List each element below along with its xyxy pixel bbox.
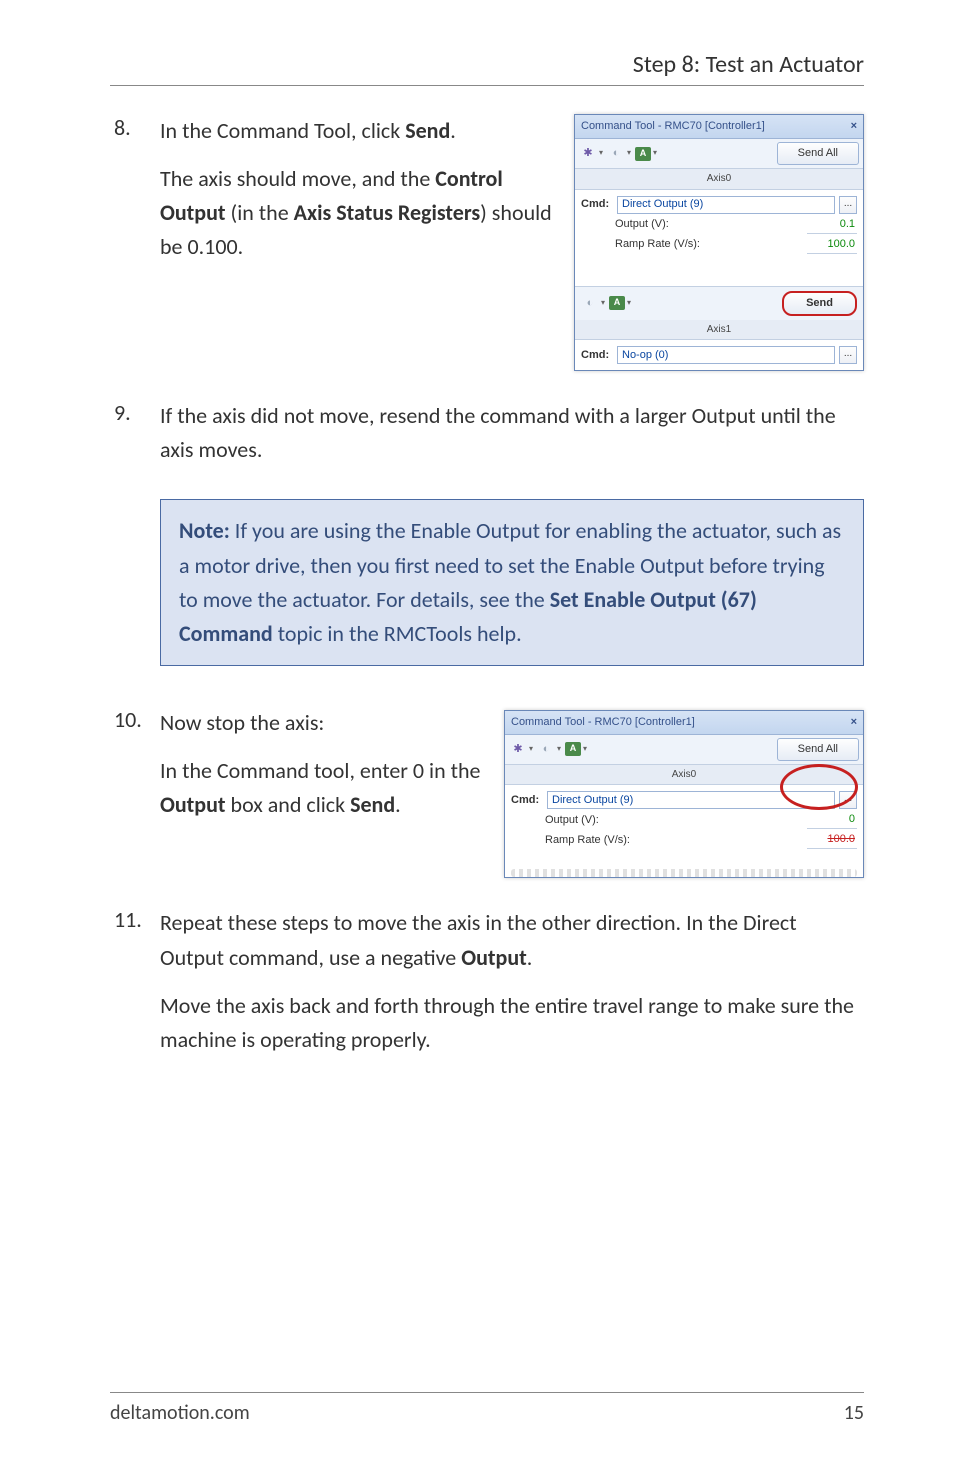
- step-number: 9.: [110, 399, 160, 426]
- window-title: Command Tool - RMC70 [Controller1]: [581, 118, 765, 135]
- ramp-value[interactable]: 100.0: [807, 831, 857, 849]
- chevron-down-icon[interactable]: ▾: [599, 147, 603, 159]
- cmd-field-2[interactable]: No-op (0): [617, 346, 835, 364]
- browse-button[interactable]: ...: [839, 346, 857, 364]
- ramp-value[interactable]: 100.0: [807, 236, 857, 254]
- cmd-field[interactable]: Direct Output (9): [547, 791, 835, 809]
- toolbar: ✱▾ ◐▾ A▾ Send All: [575, 139, 863, 169]
- browse-button[interactable]: ...: [839, 196, 857, 214]
- page-footer: deltamotion.com 15: [110, 1392, 864, 1425]
- step-11: 11. Repeat these steps to move the axis …: [110, 906, 864, 1070]
- note-box: Note: If you are using the Enable Output…: [160, 499, 864, 665]
- text: If the axis did not move, resend the com…: [160, 399, 864, 467]
- wand-icon[interactable]: ✱: [509, 740, 527, 758]
- chevron-down-icon[interactable]: ▾: [557, 743, 561, 755]
- chevron-down-icon[interactable]: ▾: [601, 297, 605, 309]
- text: box and click: [226, 791, 351, 818]
- text: .: [450, 117, 456, 144]
- step-8: 8. Command Tool - RMC70 [Controller1] × …: [110, 114, 864, 381]
- window-title: Command Tool - RMC70 [Controller1]: [511, 714, 695, 731]
- output-value[interactable]: 0.1: [807, 216, 857, 234]
- step-9: 9. If the axis did not move, resend the …: [110, 399, 864, 481]
- step-number: 11.: [110, 906, 160, 933]
- text-bold: Send: [405, 117, 450, 144]
- text-bold: Output: [160, 791, 226, 818]
- text: The axis should move, and the: [160, 165, 435, 192]
- stored-cmd-icon[interactable]: A: [565, 742, 581, 756]
- send-all-button[interactable]: Send All: [777, 142, 859, 165]
- cmd-field[interactable]: Direct Output (9): [617, 196, 835, 214]
- step-10: 10. Command Tool - RMC70 [Controller1] ×…: [110, 706, 864, 889]
- command-tool-screenshot-1: Command Tool - RMC70 [Controller1] × ✱▾ …: [574, 114, 864, 371]
- window-titlebar: Command Tool - RMC70 [Controller1] ×: [575, 115, 863, 139]
- footer-page-number: 15: [844, 1401, 864, 1425]
- globe-icon[interactable]: ◐: [607, 145, 625, 163]
- text: .: [527, 944, 533, 971]
- cmd-label: Cmd:: [511, 792, 543, 809]
- toolbar: ✱▾ ◐▾ A▾ Send All: [505, 735, 863, 765]
- cmd-label: Cmd:: [581, 347, 613, 364]
- ramp-label: Ramp Rate (V/s):: [545, 832, 803, 849]
- ramp-label: Ramp Rate (V/s):: [615, 236, 803, 253]
- globe-icon[interactable]: ◐: [581, 294, 599, 312]
- text: .: [395, 791, 401, 818]
- text: (in the: [226, 199, 294, 226]
- send-button[interactable]: Send: [782, 291, 857, 316]
- note-label: Note:: [179, 517, 230, 544]
- stored-cmd-icon[interactable]: A: [609, 296, 625, 310]
- footer-left: deltamotion.com: [110, 1401, 250, 1425]
- text: Move the axis back and forth through the…: [160, 989, 864, 1057]
- chevron-down-icon[interactable]: ▾: [529, 743, 533, 755]
- cmd-label: Cmd:: [581, 196, 613, 213]
- text: In the Command tool, enter 0 in the: [160, 757, 481, 784]
- send-all-button[interactable]: Send All: [777, 738, 859, 761]
- command-tool-screenshot-2: Command Tool - RMC70 [Controller1] × ✱▾ …: [504, 710, 864, 879]
- chevron-down-icon[interactable]: ▾: [653, 147, 657, 159]
- text-bold: Axis Status Registers: [294, 199, 481, 226]
- axis1-tab: Axis1: [575, 320, 863, 341]
- close-icon[interactable]: ×: [851, 714, 857, 731]
- axis0-tab: Axis0: [575, 169, 863, 190]
- output-label: Output (V):: [615, 216, 803, 233]
- text-bold: Send: [350, 791, 395, 818]
- toolbar-2: ◐▾ A▾ Send: [575, 286, 863, 320]
- text-bold: Output: [461, 944, 527, 971]
- close-icon[interactable]: ×: [851, 118, 857, 135]
- stored-cmd-icon[interactable]: A: [635, 147, 651, 161]
- text: In the Command Tool, click: [160, 117, 405, 144]
- window-titlebar: Command Tool - RMC70 [Controller1] ×: [505, 711, 863, 735]
- browse-button[interactable]: ...: [839, 791, 857, 809]
- torn-edge: [511, 869, 857, 877]
- globe-icon[interactable]: ◐: [537, 740, 555, 758]
- output-label: Output (V):: [545, 812, 803, 829]
- chevron-down-icon[interactable]: ▾: [627, 147, 631, 159]
- output-value[interactable]: 0: [807, 811, 857, 829]
- page-header: Step 8: Test an Actuator: [110, 50, 864, 86]
- text: topic in the RMCTools help.: [273, 620, 522, 647]
- axis0-tab: Axis0: [505, 765, 863, 786]
- wand-icon[interactable]: ✱: [579, 145, 597, 163]
- step-number: 8.: [110, 114, 160, 141]
- chevron-down-icon[interactable]: ▾: [583, 743, 587, 755]
- step-number: 10.: [110, 706, 160, 733]
- chevron-down-icon[interactable]: ▾: [627, 297, 631, 309]
